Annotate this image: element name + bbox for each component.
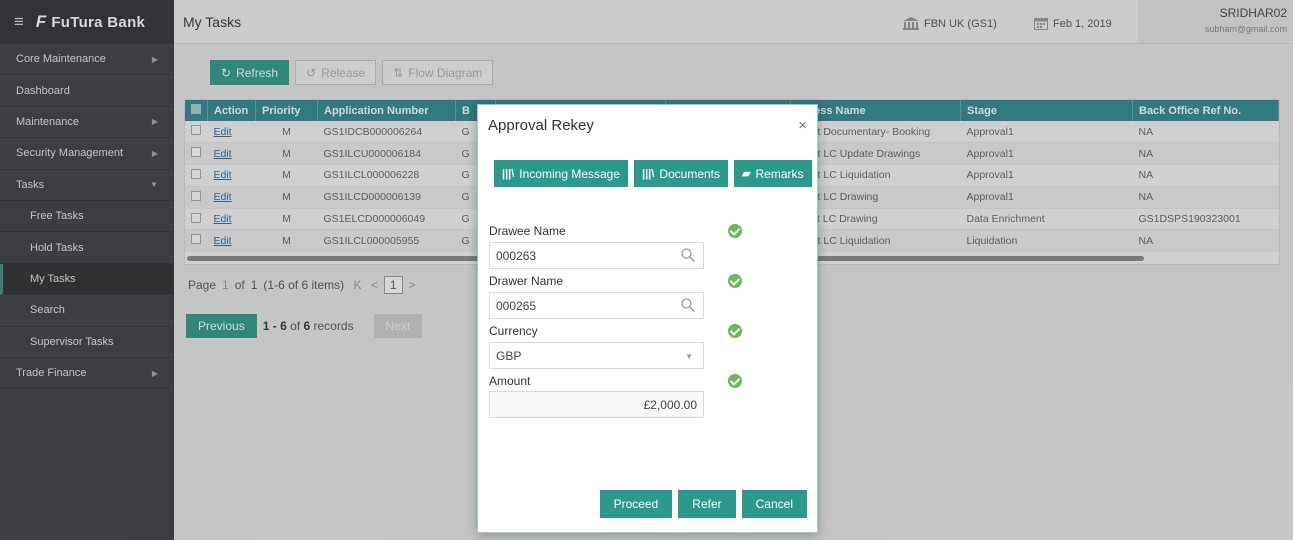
comments-icon: ▰ bbox=[742, 168, 751, 180]
drawer-name-value: 000265 bbox=[496, 298, 537, 313]
chevron-down-icon: ▼ bbox=[685, 352, 693, 361]
incoming-message-button[interactable]: |||\ Incoming Message bbox=[494, 160, 629, 187]
drawee-name-value: 000263 bbox=[496, 248, 537, 263]
drawer-name-field[interactable]: 000265 bbox=[489, 292, 704, 319]
amount-verified-check-icon bbox=[728, 374, 742, 388]
books-icon: |||\ bbox=[642, 167, 655, 180]
drawee-name-label: Drawee Name bbox=[489, 224, 566, 238]
documents-button[interactable]: |||\ Documents bbox=[634, 160, 729, 187]
drawer-verified-check-icon bbox=[728, 274, 742, 288]
books-icon: |||\ bbox=[502, 167, 515, 180]
dialog-title: Approval Rekey bbox=[488, 117, 594, 134]
currency-select[interactable]: GBP ▼ bbox=[489, 342, 704, 369]
remarks-button[interactable]: ▰ Remarks bbox=[734, 160, 812, 187]
currency-label: Currency bbox=[489, 324, 538, 338]
amount-value: £2,000.00 bbox=[643, 397, 697, 412]
close-icon[interactable]: × bbox=[798, 117, 807, 134]
drawee-verified-check-icon bbox=[728, 224, 742, 238]
currency-value: GBP bbox=[496, 348, 522, 363]
cancel-button[interactable]: Cancel bbox=[741, 490, 807, 518]
refer-button[interactable]: Refer bbox=[678, 490, 736, 518]
dialog-tabs: |||\ Incoming Message |||\ Documents ▰ Rema… bbox=[494, 160, 812, 187]
search-icon[interactable] bbox=[681, 248, 695, 262]
proceed-button[interactable]: Proceed bbox=[599, 490, 673, 518]
drawer-name-label: Drawer Name bbox=[489, 274, 564, 288]
amount-label: Amount bbox=[489, 374, 531, 388]
currency-verified-check-icon bbox=[728, 324, 742, 338]
dialog-footer: Proceed Refer Cancel bbox=[599, 490, 807, 518]
amount-field[interactable]: £2,000.00 bbox=[489, 391, 704, 418]
drawee-name-field[interactable]: 000263 bbox=[489, 242, 704, 269]
approval-rekey-dialog: Approval Rekey × |||\ Incoming Message ||… bbox=[477, 104, 818, 533]
search-icon[interactable] bbox=[681, 298, 695, 312]
